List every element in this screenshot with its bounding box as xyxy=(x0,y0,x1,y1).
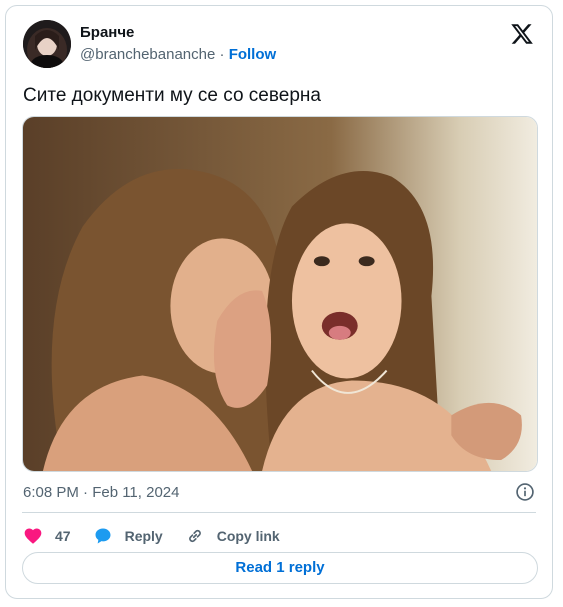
like-count: 47 xyxy=(55,528,71,544)
author-handle-row: @branchebananche · Follow xyxy=(80,46,276,64)
info-icon[interactable] xyxy=(515,482,535,502)
link-icon xyxy=(188,529,201,543)
author-display-name[interactable]: Бранче xyxy=(80,24,134,42)
read-replies-button[interactable]: Read 1 reply xyxy=(22,552,538,584)
heart-icon xyxy=(24,528,42,544)
x-logo-icon[interactable] xyxy=(510,22,534,46)
tweet-embed-card: Бранче @branchebananche · Follow Сите до… xyxy=(5,5,553,599)
avatar[interactable] xyxy=(23,20,71,68)
tweet-timestamp[interactable]: 6:08 PM · Feb 11, 2024 xyxy=(23,483,179,503)
photo xyxy=(23,117,537,471)
divider xyxy=(22,512,536,513)
action-bar: 47 Reply Copy link xyxy=(23,524,302,548)
follow-link[interactable]: Follow xyxy=(229,46,277,63)
copy-link-button[interactable]: Copy link xyxy=(185,526,280,546)
author-handle[interactable]: @branchebananche xyxy=(80,46,215,63)
tweet-text: Сите документи му се со северна xyxy=(23,85,321,106)
tweet-media-image[interactable] xyxy=(22,116,538,472)
separator-dot: · xyxy=(219,46,225,63)
avatar-image xyxy=(23,20,71,68)
copy-link-label: Copy link xyxy=(216,528,280,544)
reply-button[interactable]: Reply xyxy=(93,526,163,546)
reply-label: Reply xyxy=(124,528,163,544)
like-button[interactable]: 47 xyxy=(23,526,71,546)
speech-bubble-icon xyxy=(95,528,111,544)
